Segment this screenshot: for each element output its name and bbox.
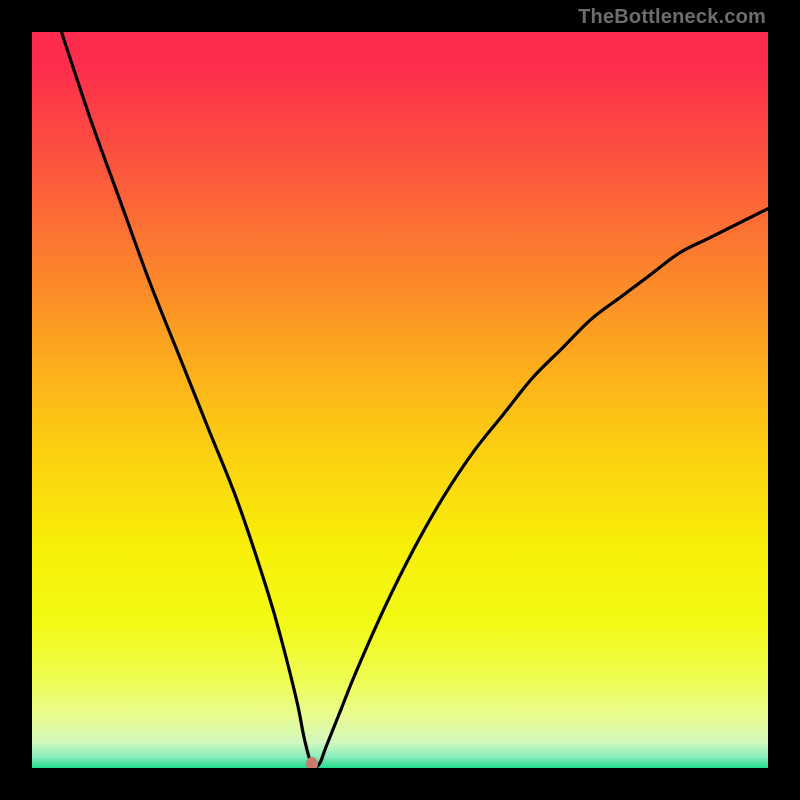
chart-frame: TheBottleneck.com bbox=[0, 0, 800, 800]
minimum-marker bbox=[306, 757, 318, 768]
plot-area bbox=[32, 32, 768, 768]
chart-svg bbox=[32, 32, 768, 768]
watermark-text: TheBottleneck.com bbox=[578, 6, 766, 29]
gradient-background bbox=[32, 32, 768, 768]
